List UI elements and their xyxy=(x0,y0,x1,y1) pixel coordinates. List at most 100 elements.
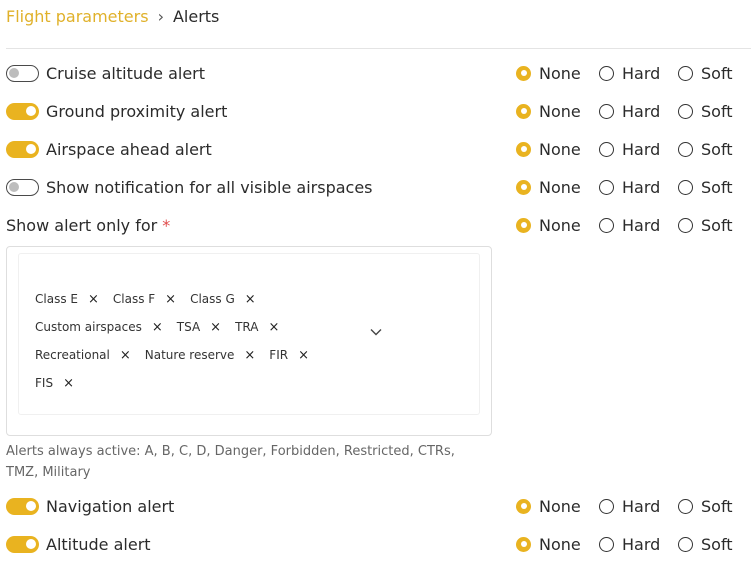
remove-tag-icon[interactable]: × xyxy=(120,348,131,363)
airspace-tag: Class F × xyxy=(113,292,176,307)
radio-none[interactable]: None xyxy=(516,535,581,554)
radio-hard[interactable]: Hard xyxy=(599,216,660,235)
altitude-alert-toggle[interactable] xyxy=(6,535,39,553)
ground-proximity-alert-toggle[interactable] xyxy=(6,102,39,120)
airspace-tag: TRA × xyxy=(235,320,279,335)
toggle-knob xyxy=(26,106,36,116)
cruise-altitude-alert-label: Cruise altitude alert xyxy=(46,63,206,83)
airspace-tag: Class G × xyxy=(190,292,256,307)
alert-row-navigation: Navigation alert None Hard Soft xyxy=(6,494,751,518)
radio-hard[interactable]: Hard xyxy=(599,140,660,159)
remove-tag-icon[interactable]: × xyxy=(245,292,256,307)
header-divider xyxy=(6,48,751,49)
alert-level-radio-group: None Hard Soft xyxy=(516,494,733,518)
alert-level-radio-group: None Hard Soft xyxy=(516,137,733,161)
remove-tag-icon[interactable]: × xyxy=(210,320,221,335)
airspace-tag-label: Recreational xyxy=(35,348,110,362)
breadcrumb-flight-parameters-link[interactable]: Flight parameters xyxy=(6,7,149,27)
radio-selected-icon xyxy=(516,141,531,157)
tag-row: FIS × xyxy=(35,369,355,397)
radio-none-label: None xyxy=(539,534,581,554)
radio-none-label: None xyxy=(539,177,581,197)
radio-none-label: None xyxy=(539,101,581,121)
show-alert-only-for-text: Show alert only for xyxy=(6,215,158,235)
radio-unselected-icon xyxy=(678,537,693,552)
always-active-note: Alerts always active: A, B, C, D, Danger… xyxy=(6,444,455,480)
radio-none[interactable]: None xyxy=(516,102,581,121)
alert-row-cruise-altitude: Cruise altitude alert None Hard Soft xyxy=(6,61,751,85)
visible-airspaces-notification-toggle[interactable] xyxy=(6,178,39,196)
airspace-multiselect[interactable]: Class E × Class F × Class G × Custom airspa… xyxy=(6,246,492,436)
radio-hard[interactable]: Hard xyxy=(599,178,660,197)
radio-hard-label: Hard xyxy=(622,178,661,197)
radio-soft-label: Soft xyxy=(701,535,733,554)
tag-row: Class E × Class F × Class G × xyxy=(35,285,355,313)
radio-soft[interactable]: Soft xyxy=(678,140,733,159)
radio-none[interactable]: None xyxy=(516,64,581,83)
remove-tag-icon[interactable]: × xyxy=(244,348,255,363)
navigation-alert-toggle[interactable] xyxy=(6,497,39,515)
airspace-tag: Custom airspaces × xyxy=(35,320,163,335)
toggle-knob xyxy=(26,501,36,511)
remove-tag-icon[interactable]: × xyxy=(63,376,74,391)
airspace-ahead-alert-toggle[interactable] xyxy=(6,140,39,158)
alert-level-radio-group: None Hard Soft xyxy=(516,175,733,199)
radio-soft[interactable]: Soft xyxy=(678,178,733,197)
breadcrumb-separator: › xyxy=(157,7,164,26)
radio-unselected-icon xyxy=(599,142,614,157)
radio-soft[interactable]: Soft xyxy=(678,535,733,554)
tag-row: Recreational × Nature reserve × FIR × xyxy=(35,341,355,369)
airspace-tag-label: TSA xyxy=(176,320,201,334)
breadcrumb: Flight parameters › Alerts xyxy=(6,7,219,27)
alert-row-show-alert-only-for: Show alert only for * None Hard Soft xyxy=(6,213,751,237)
airspace-tag: FIS × xyxy=(35,376,74,391)
radio-none[interactable]: None xyxy=(516,216,581,235)
airspace-tag: Class E × xyxy=(35,292,99,307)
remove-tag-icon[interactable]: × xyxy=(165,292,176,307)
remove-tag-icon[interactable]: × xyxy=(152,320,163,335)
radio-unselected-icon xyxy=(599,499,614,514)
radio-unselected-icon xyxy=(678,180,693,195)
remove-tag-icon[interactable]: × xyxy=(88,292,99,307)
airspace-tag: Nature reserve × xyxy=(145,348,256,363)
required-mark: * xyxy=(162,215,171,235)
radio-hard[interactable]: Hard xyxy=(599,64,660,83)
radio-soft[interactable]: Soft xyxy=(678,216,733,235)
radio-selected-icon xyxy=(516,179,531,195)
airspace-ahead-alert-label: Airspace ahead alert xyxy=(46,139,212,159)
radio-soft[interactable]: Soft xyxy=(678,497,733,516)
tag-row: Custom airspaces × TSA × TRA × xyxy=(35,313,355,341)
radio-none[interactable]: None xyxy=(516,497,581,516)
radio-none[interactable]: None xyxy=(516,140,581,159)
radio-unselected-icon xyxy=(599,537,614,552)
remove-tag-icon[interactable]: × xyxy=(298,348,309,363)
radio-unselected-icon xyxy=(599,104,614,119)
cruise-altitude-alert-toggle[interactable] xyxy=(6,64,39,82)
alert-level-radio-group: None Hard Soft xyxy=(516,61,733,85)
radio-unselected-icon xyxy=(599,218,614,233)
radio-unselected-icon xyxy=(599,180,614,195)
radio-soft-label: Soft xyxy=(701,178,733,197)
airspace-tag-label: FIR xyxy=(269,348,289,362)
chevron-down-icon[interactable] xyxy=(369,325,383,339)
radio-soft[interactable]: Soft xyxy=(678,102,733,121)
radio-unselected-icon xyxy=(678,499,693,514)
airspace-tag: FIR × xyxy=(269,348,309,363)
show-alert-only-for-label: Show alert only for * xyxy=(6,216,170,235)
airspace-tag-label: FIS xyxy=(35,376,54,390)
radio-unselected-icon xyxy=(678,104,693,119)
radio-hard[interactable]: Hard xyxy=(599,497,660,516)
radio-soft-label: Soft xyxy=(701,102,733,121)
airspace-tag: TSA × xyxy=(177,320,221,335)
toggle-knob xyxy=(9,67,19,78)
radio-hard[interactable]: Hard xyxy=(599,102,660,121)
radio-hard-label: Hard xyxy=(622,535,661,554)
radio-hard-label: Hard xyxy=(622,64,661,83)
radio-hard-label: Hard xyxy=(622,140,661,159)
radio-hard[interactable]: Hard xyxy=(599,535,660,554)
alert-row-visible-airspaces: Show notification for all visible airspa… xyxy=(6,175,751,199)
radio-soft[interactable]: Soft xyxy=(678,64,733,83)
remove-tag-icon[interactable]: × xyxy=(268,320,279,335)
radio-none-label: None xyxy=(539,215,581,235)
radio-none[interactable]: None xyxy=(516,178,581,197)
